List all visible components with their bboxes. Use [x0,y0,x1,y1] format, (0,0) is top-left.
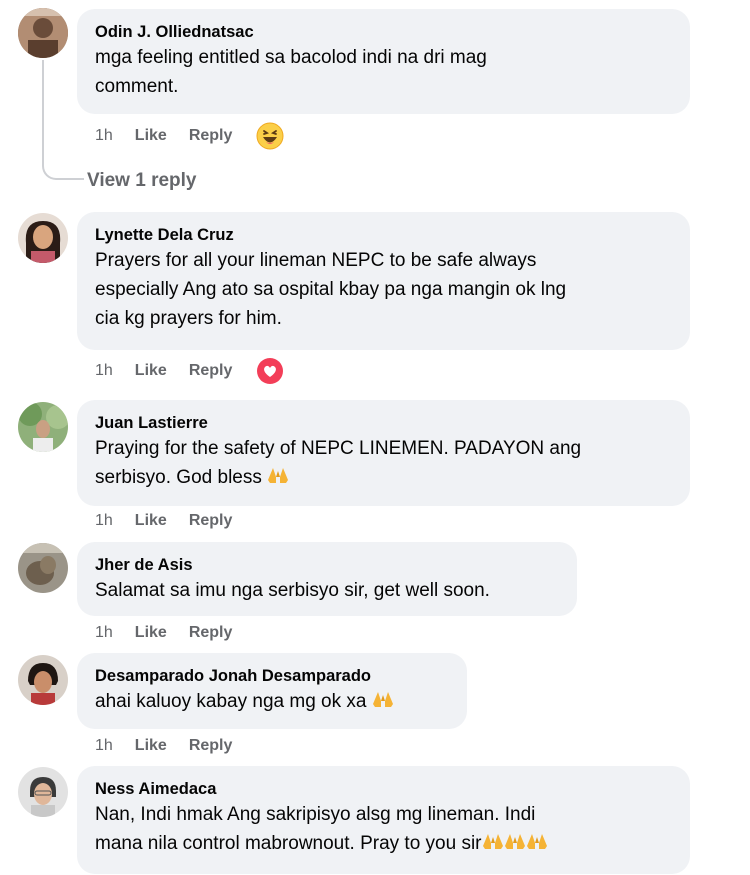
folded-hands-icon [372,692,393,707]
like-button[interactable]: Like [135,512,167,530]
comment-author[interactable]: Jher de Asis [95,554,559,576]
comment-actions: 1h Like Reply [95,121,284,151]
comment-author[interactable]: Juan Lastierre [95,412,672,434]
folded-hands-icon [526,834,547,849]
avatar[interactable] [18,8,68,58]
comment-text: Prayers for all your lineman NEPC to be … [95,250,537,271]
comment-author[interactable]: Desamparado Jonah Desamparado [95,665,449,687]
comment-text: mana nila control mabrownout. Pray to yo… [95,829,672,858]
reply-button[interactable]: Reply [189,127,233,145]
comment-text: Salamat sa imu nga serbisyo sir, get wel… [95,580,490,601]
like-button[interactable]: Like [135,362,167,380]
comment-actions: 1h Like Reply [95,731,254,761]
reply-button[interactable]: Reply [189,512,233,530]
comment-time[interactable]: 1h [95,127,113,145]
avatar[interactable] [18,543,68,593]
comment-time[interactable]: 1h [95,512,113,530]
comment-text: ahai kaluoy kabay nga mg ok xa [95,687,449,716]
comment-text: especially Ang ato sa ospital kbay pa ng… [95,279,567,300]
comment-bubble: Desamparado Jonah Desamparado ahai kaluo… [77,653,467,729]
comment-actions: 1h Like Reply [95,506,254,536]
comment-text-segment: mana nila control mabrownout. Pray to yo… [95,833,482,854]
love-icon[interactable] [256,357,284,385]
like-button[interactable]: Like [135,127,167,145]
comment-author[interactable]: Lynette Dela Cruz [95,224,672,246]
comment-text: mga feeling entitled sa bacolod indi na … [95,47,487,68]
comment-author[interactable]: Ness Aimedaca [95,778,672,800]
folded-hands-icon [504,834,525,849]
comment-actions: 1h Like Reply [95,356,284,386]
comment-text-segment: serbisyo. God bless [95,467,262,488]
comment-bubble: Lynette Dela Cruz Prayers for all your l… [77,212,690,350]
like-button[interactable]: Like [135,624,167,642]
reply-button[interactable]: Reply [189,737,233,755]
comment-text-segment: ahai kaluoy kabay nga mg ok xa [95,691,367,712]
comment-bubble: Ness Aimedaca Nan, Indi hmak Ang sakripi… [77,766,690,874]
avatar[interactable] [18,767,68,817]
reply-button[interactable]: Reply [189,624,233,642]
avatar[interactable] [18,402,68,452]
folded-hands-icon [482,834,503,849]
folded-hands-icon [268,468,289,483]
avatar[interactable] [18,213,68,263]
thread-connector [42,60,84,180]
comment-text: Praying for the safety of NEPC LINEMEN. … [95,438,582,459]
haha-icon[interactable] [256,122,284,150]
comment-text: cia kg prayers for him. [95,308,282,329]
view-replies-link[interactable]: View 1 reply [87,170,197,192]
comment-bubble: Jher de Asis Salamat sa imu nga serbisyo… [77,542,577,616]
avatar[interactable] [18,655,68,705]
comment-time[interactable]: 1h [95,362,113,380]
comment-text: comment. [95,76,179,97]
comment-bubble: Juan Lastierre Praying for the safety of… [77,400,690,506]
reply-button[interactable]: Reply [189,362,233,380]
comment-time[interactable]: 1h [95,737,113,755]
comment-bubble: Odin J. Olliednatsac mga feeling entitle… [77,9,690,114]
comment-text: Nan, Indi hmak Ang sakripisyo alsg mg li… [95,804,536,825]
comment-actions: 1h Like Reply [95,618,254,648]
like-button[interactable]: Like [135,737,167,755]
comment-text: serbisyo. God bless [95,463,672,492]
comment-time[interactable]: 1h [95,624,113,642]
comment-author[interactable]: Odin J. Olliednatsac [95,21,672,43]
